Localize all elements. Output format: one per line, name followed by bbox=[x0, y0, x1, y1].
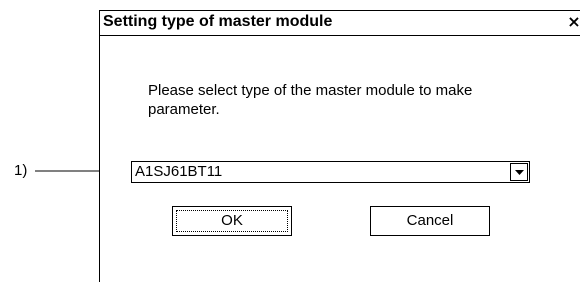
prompt-text: Please select type of the master module … bbox=[148, 82, 473, 118]
master-module-type-select[interactable]: A1SJ61BT11 bbox=[131, 161, 530, 183]
dropdown-toggle-button[interactable] bbox=[510, 163, 528, 181]
dialog-title: Setting type of master module bbox=[103, 13, 333, 30]
ok-button[interactable]: OK bbox=[172, 206, 292, 236]
dialog-titlebar: Setting type of master module × bbox=[100, 11, 580, 36]
chevron-down-icon bbox=[515, 170, 524, 175]
close-icon: × bbox=[567, 12, 580, 31]
master-module-type-dialog: Setting type of master module × Please s… bbox=[99, 10, 580, 282]
cancel-button[interactable]: Cancel bbox=[370, 206, 490, 236]
selected-module-type: A1SJ61BT11 bbox=[135, 163, 223, 180]
close-button[interactable]: × bbox=[564, 13, 580, 31]
cancel-button-label: Cancel bbox=[406, 212, 454, 229]
focus-indicator bbox=[176, 210, 288, 232]
